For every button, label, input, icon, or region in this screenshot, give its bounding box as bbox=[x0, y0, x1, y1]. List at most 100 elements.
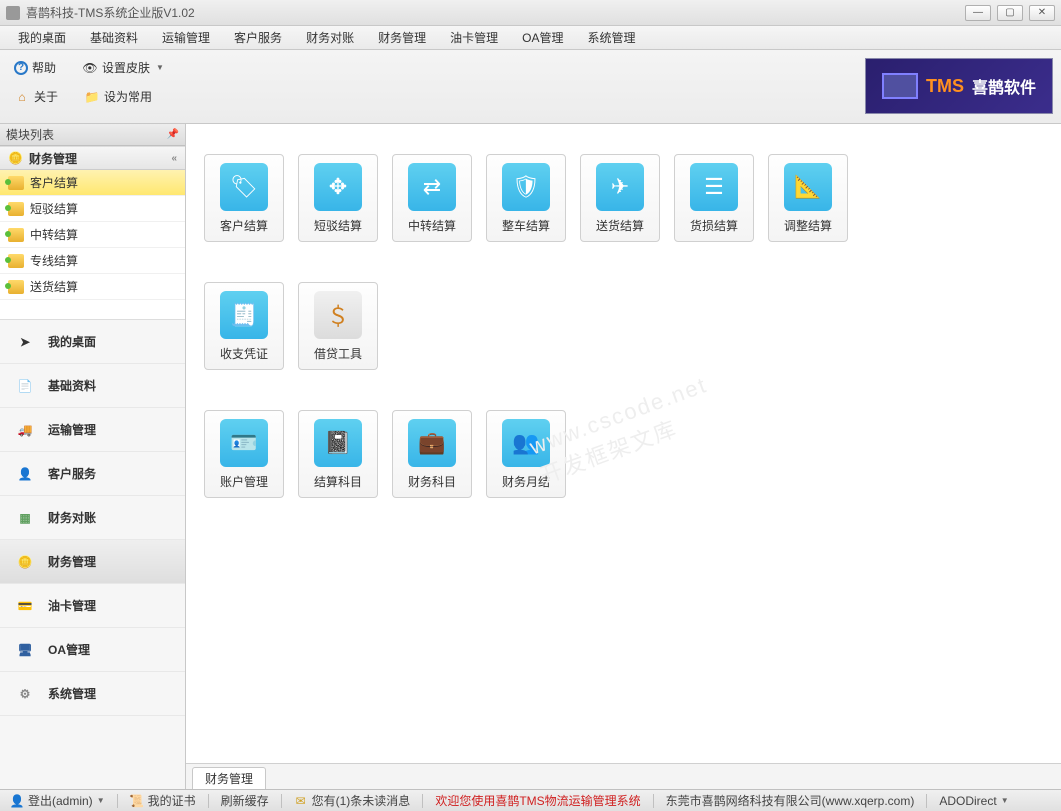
close-button[interactable]: ✕ bbox=[1029, 5, 1055, 21]
about-label: 关于 bbox=[34, 88, 58, 105]
nav-system[interactable]: ⚙系统管理 bbox=[0, 672, 185, 716]
content-tab-finance[interactable]: 财务管理 bbox=[192, 767, 266, 789]
about-button[interactable]: ⌂ 关于 bbox=[10, 85, 62, 108]
dollar-icon: ＄ bbox=[314, 291, 362, 339]
left-panel-title: 模块列表 bbox=[6, 126, 54, 143]
separator bbox=[422, 794, 423, 808]
tile-row-3: 🪪 账户管理 📓结算科目 💼财务科目 👥 财务月结 bbox=[204, 410, 1043, 498]
id-card-icon: 🪪 bbox=[220, 419, 268, 467]
status-welcome: 欢迎您使用喜鹊TMS物流运输管理系统 bbox=[431, 792, 644, 809]
separator bbox=[117, 794, 118, 808]
tile-full-truck[interactable]: 🛡整车结算 bbox=[486, 154, 566, 242]
tile-account[interactable]: 🪪 账户管理 bbox=[204, 410, 284, 498]
tile-short-haul[interactable]: ✥短驳结算 bbox=[298, 154, 378, 242]
brand-cn: 喜鹊软件 bbox=[972, 74, 1036, 98]
minimize-button[interactable]: — bbox=[965, 5, 991, 21]
tile-adjust[interactable]: 📐调整结算 bbox=[768, 154, 848, 242]
set-default-label: 设为常用 bbox=[104, 88, 152, 105]
tag-icon: 🏷 bbox=[220, 163, 268, 211]
menu-basic[interactable]: 基础资料 bbox=[80, 26, 148, 49]
menu-oilcard[interactable]: 油卡管理 bbox=[440, 26, 508, 49]
tab-label: 财务管理 bbox=[205, 770, 253, 787]
tile-label: 账户管理 bbox=[220, 473, 268, 490]
app-icon bbox=[6, 6, 20, 20]
tree-item-dedicated[interactable]: 专线结算 bbox=[0, 248, 185, 274]
folder-icon bbox=[8, 280, 24, 294]
tile-finance-subject[interactable]: 💼财务科目 bbox=[392, 410, 472, 498]
skin-button[interactable]: 👁 设置皮肤 ▼ bbox=[78, 56, 168, 79]
menu-customer[interactable]: 客户服务 bbox=[224, 26, 292, 49]
eye-icon: 👁 bbox=[82, 60, 98, 76]
pin-icon[interactable]: 📌 bbox=[167, 129, 179, 140]
menu-transport[interactable]: 运输管理 bbox=[152, 26, 220, 49]
nav-basic[interactable]: 📄 基础资料 bbox=[0, 364, 185, 408]
welcome-label: 欢迎您使用喜鹊TMS物流运输管理系统 bbox=[435, 792, 640, 809]
status-login[interactable]: 👤 登出(admin) ▼ bbox=[6, 792, 109, 809]
nav-finance-manage[interactable]: 🪙 财务管理 bbox=[0, 540, 185, 584]
tile-delivery[interactable]: ✈送货结算 bbox=[580, 154, 660, 242]
tree-item-customer-settle[interactable]: 客户结算 bbox=[0, 170, 185, 196]
status-unread[interactable]: ✉ 您有(1)条未读消息 bbox=[290, 792, 415, 809]
help-button[interactable]: ? 帮助 bbox=[10, 56, 60, 79]
status-company: 东莞市喜鹊网络科技有限公司(www.xqerp.com) bbox=[662, 792, 919, 809]
unread-label: 您有(1)条未读消息 bbox=[312, 792, 411, 809]
cash-register-icon: 🧾 bbox=[220, 291, 268, 339]
tile-customer-settle[interactable]: 🏷客户结算 bbox=[204, 154, 284, 242]
tile-label: 财务月结 bbox=[502, 473, 550, 490]
menu-finance-check[interactable]: 财务对账 bbox=[296, 26, 364, 49]
nav-label: 财务管理 bbox=[48, 553, 96, 570]
coins-icon: 🪙 bbox=[14, 552, 36, 572]
tile-transfer[interactable]: ⇄ 中转结算 bbox=[392, 154, 472, 242]
folder-icon bbox=[8, 228, 24, 242]
briefcase-icon: 💼 bbox=[408, 419, 456, 467]
folder-icon bbox=[8, 202, 24, 216]
tree-label: 送货结算 bbox=[30, 278, 78, 295]
nav-customer[interactable]: 👤客户服务 bbox=[0, 452, 185, 496]
tree-item-transfer[interactable]: 中转结算 bbox=[0, 222, 185, 248]
tile-damage[interactable]: ☰货损结算 bbox=[674, 154, 754, 242]
group-icon: 👥 bbox=[502, 419, 550, 467]
left-panel: 模块列表 📌 🪙 财务管理 « 客户结算 短驳结算 中转结算 专线结算 送货结算… bbox=[0, 124, 186, 789]
separator bbox=[926, 794, 927, 808]
arrows-in-icon: ✥ bbox=[314, 163, 362, 211]
tile-loan-tool[interactable]: ＄借贷工具 bbox=[298, 282, 378, 370]
menu-finance-manage[interactable]: 财务管理 bbox=[368, 26, 436, 49]
card-icon: 💳 bbox=[14, 596, 36, 616]
maximize-button[interactable]: ▢ bbox=[997, 5, 1023, 21]
title-bar: 喜鹊科技-TMS系统企业版V1.02 — ▢ ✕ bbox=[0, 0, 1061, 26]
chevron-down-icon: ▼ bbox=[97, 796, 105, 805]
set-default-button[interactable]: 📁 设为常用 bbox=[80, 85, 156, 108]
nav-oilcard[interactable]: 💳油卡管理 bbox=[0, 584, 185, 628]
notebook-icon: 📓 bbox=[314, 419, 362, 467]
nav-label: 基础资料 bbox=[48, 377, 96, 394]
shield-icon: 🛡 bbox=[502, 163, 550, 211]
menu-system[interactable]: 系统管理 bbox=[577, 26, 645, 49]
laptop-icon bbox=[882, 73, 918, 99]
tree-item-delivery[interactable]: 送货结算 bbox=[0, 274, 185, 300]
menu-desktop[interactable]: 我的桌面 bbox=[8, 26, 76, 49]
nav-oa[interactable]: 🖥 OA管理 bbox=[0, 628, 185, 672]
swap-icon: ⇄ bbox=[408, 163, 456, 211]
status-refresh[interactable]: 刷新缓存 bbox=[217, 792, 273, 809]
menu-oa[interactable]: OA管理 bbox=[512, 26, 573, 49]
menu-bar: 我的桌面 基础资料 运输管理 客户服务 财务对账 财务管理 油卡管理 OA管理 … bbox=[0, 26, 1061, 50]
tile-label: 中转结算 bbox=[408, 217, 456, 234]
tile-month-close[interactable]: 👥 财务月结 bbox=[486, 410, 566, 498]
left-section-title[interactable]: 🪙 财务管理 « bbox=[0, 146, 185, 170]
left-tree: 客户结算 短驳结算 中转结算 专线结算 送货结算 bbox=[0, 170, 185, 320]
tree-item-short-haul[interactable]: 短驳结算 bbox=[0, 196, 185, 222]
document-icon: 📄 bbox=[14, 376, 36, 396]
monitor-icon: 🖥 bbox=[14, 640, 36, 660]
tile-voucher[interactable]: 🧾收支凭证 bbox=[204, 282, 284, 370]
tile-settle-subject[interactable]: 📓结算科目 bbox=[298, 410, 378, 498]
toolbar: ? 帮助 👁 设置皮肤 ▼ ⌂ 关于 📁 设为常用 TMS 喜鹊软件 bbox=[0, 50, 1061, 124]
separator bbox=[208, 794, 209, 808]
nav-label: OA管理 bbox=[48, 641, 90, 658]
status-cert[interactable]: 📜 我的证书 bbox=[126, 792, 200, 809]
plane-icon: ✈ bbox=[596, 163, 644, 211]
nav-desktop[interactable]: ➤我的桌面 bbox=[0, 320, 185, 364]
nav-finance-check[interactable]: ▦财务对账 bbox=[0, 496, 185, 540]
login-label: 登出(admin) bbox=[28, 792, 93, 809]
brand-logo: TMS 喜鹊软件 bbox=[865, 58, 1053, 114]
nav-transport[interactable]: 🚚运输管理 bbox=[0, 408, 185, 452]
